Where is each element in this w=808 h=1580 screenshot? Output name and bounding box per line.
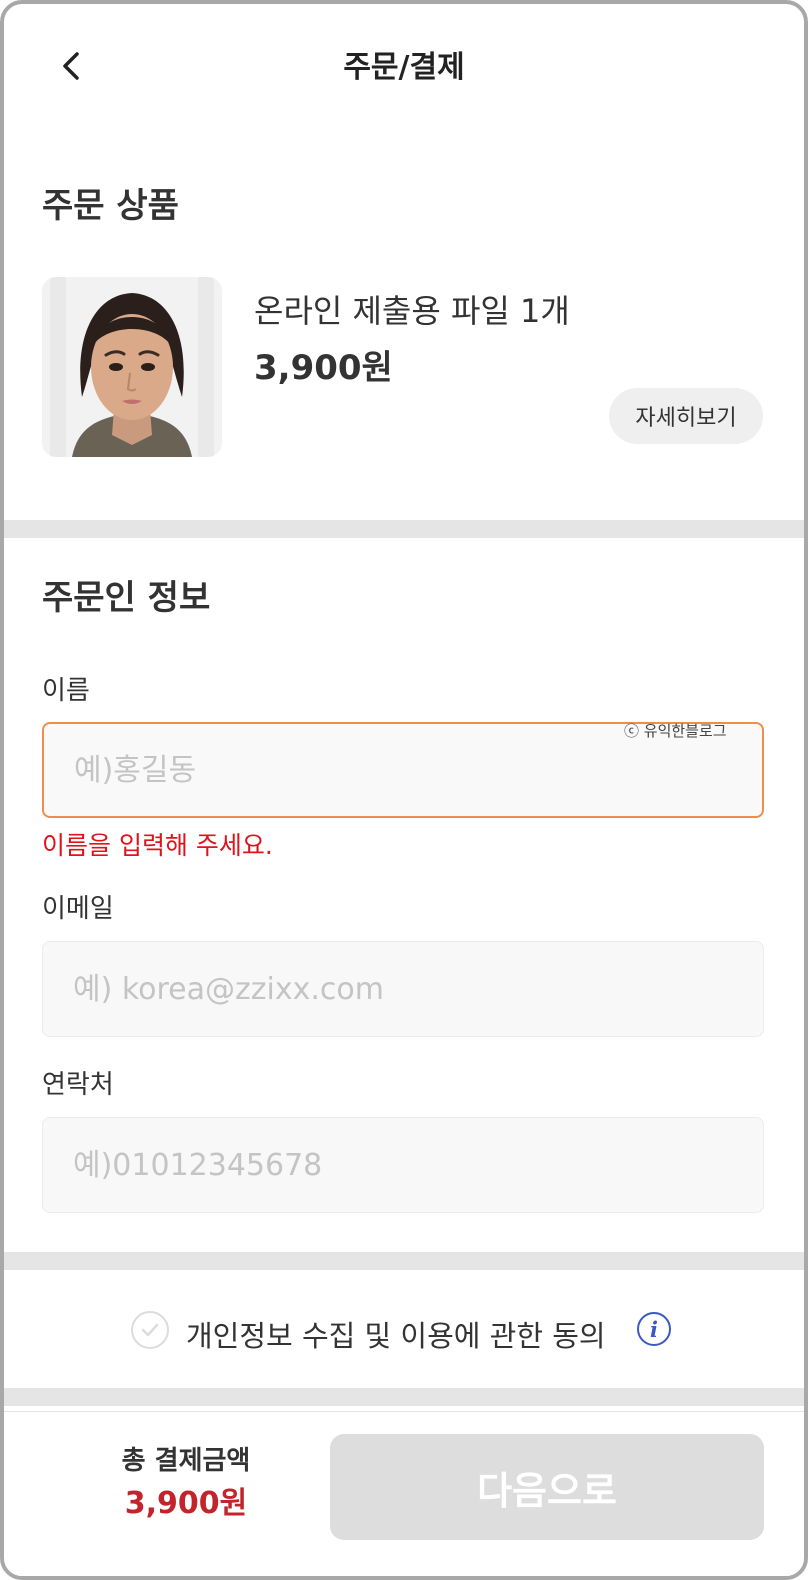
phone-input[interactable] bbox=[42, 1117, 764, 1213]
product-price: 3,900원 bbox=[254, 348, 393, 388]
passport-photo-portrait bbox=[72, 293, 192, 457]
next-button[interactable]: 다음으로 bbox=[330, 1434, 764, 1540]
total-amount-value: 3,900원 bbox=[124, 1486, 248, 1521]
page-title: 주문/결제 bbox=[343, 50, 465, 85]
header: 주문/결제 bbox=[4, 4, 804, 128]
email-label: 이메일 bbox=[42, 894, 114, 924]
email-input[interactable] bbox=[42, 941, 764, 1037]
watermark-text: ⓒ 유익한블로그 bbox=[624, 722, 727, 740]
product-thumbnail bbox=[42, 277, 222, 457]
info-button[interactable]: i bbox=[637, 1312, 671, 1346]
consent-checkbox[interactable] bbox=[131, 1311, 169, 1349]
product-name: 온라인 제출용 파일 1개 bbox=[254, 292, 570, 330]
privacy-consent-row: 개인정보 수집 및 이용에 관한 동의 bbox=[4, 1311, 804, 1361]
order-product-title: 주문 상품 bbox=[42, 186, 179, 226]
info-icon: i bbox=[650, 1316, 658, 1342]
orderer-info-title: 주문인 정보 bbox=[42, 578, 211, 618]
section-divider bbox=[4, 1252, 804, 1270]
payment-footer: 총 결제금액 3,900원 다음으로 bbox=[4, 1411, 804, 1576]
check-icon bbox=[141, 1323, 159, 1337]
consent-label[interactable]: 개인정보 수집 및 이용에 관한 동의 bbox=[186, 1313, 606, 1355]
section-divider bbox=[4, 1388, 804, 1406]
name-label: 이름 bbox=[42, 676, 90, 706]
view-details-button[interactable]: 자세히보기 bbox=[609, 388, 763, 444]
app-screen: 주문/결제 주문 상품 온라인 제출용 파일 1개 3,900원 자세히보기 주… bbox=[0, 0, 808, 1580]
section-divider bbox=[4, 520, 804, 538]
total-amount-label: 총 결제금액 bbox=[121, 1446, 251, 1476]
name-error-message: 이름을 입력해 주세요. bbox=[42, 831, 273, 860]
phone-label: 연락처 bbox=[42, 1070, 114, 1100]
